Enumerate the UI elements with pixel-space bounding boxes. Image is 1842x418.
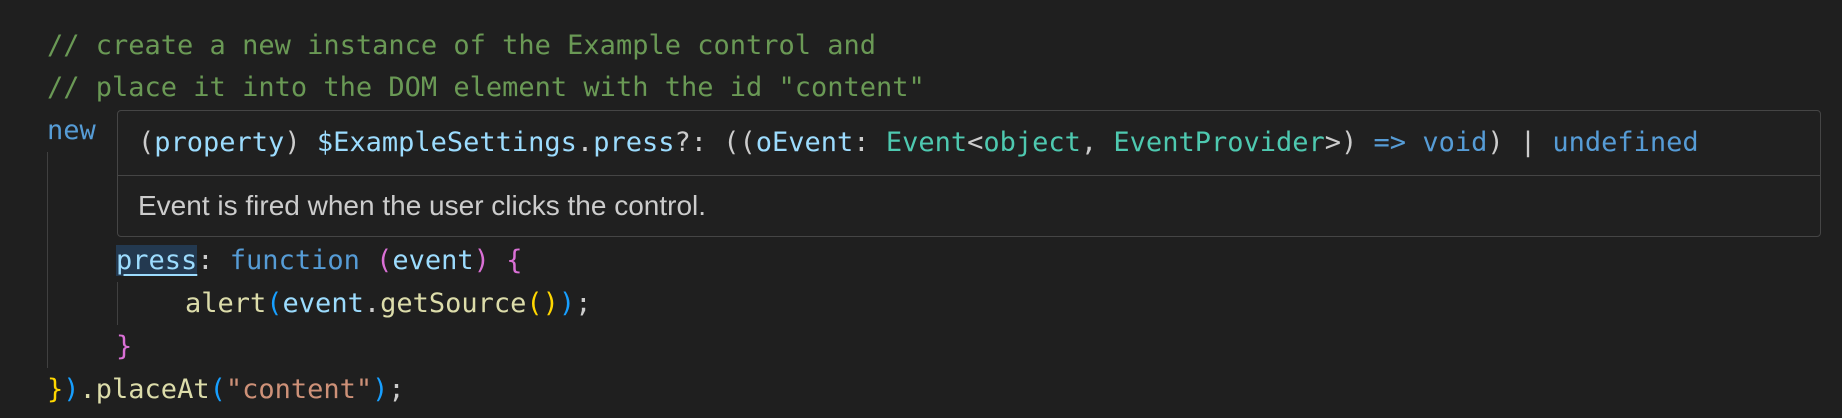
sig-open-paren: ( xyxy=(138,127,155,158)
paren-open-token: ( xyxy=(376,245,393,276)
paren-close-token: ) xyxy=(473,245,490,276)
sig-gt-close: >) xyxy=(1324,127,1374,158)
sig-space xyxy=(1406,127,1422,158)
sig-provider-type: EventProvider xyxy=(1113,127,1325,158)
hover-documentation: Event is fired when the user clicks the … xyxy=(138,190,707,221)
placeat-function: .placeAt xyxy=(79,374,210,405)
sig-event-type: Event xyxy=(885,127,968,158)
final-paren-token: ) xyxy=(63,374,80,405)
code-line-close-brace: } xyxy=(116,325,132,368)
sig-comma: , xyxy=(1080,127,1114,158)
final-brace-token: } xyxy=(47,374,64,405)
code-line-new: new xyxy=(47,109,96,152)
semicolon-token: ; xyxy=(575,288,592,319)
code-line-comment-2: // place it into the DOM element with th… xyxy=(47,66,925,109)
sig-colon: : xyxy=(853,127,886,158)
code-line-alert: alert(event.getSource()); xyxy=(185,282,591,325)
paren-open-token: ( xyxy=(209,374,226,405)
call-parens-token: () xyxy=(526,288,559,319)
event-object: event xyxy=(282,288,364,319)
press-property-key[interactable]: press xyxy=(116,245,198,276)
sig-param-name: oEvent xyxy=(755,127,854,158)
indent-guide xyxy=(47,152,48,368)
sig-lt: < xyxy=(967,127,984,158)
brace-close-token: } xyxy=(116,331,133,362)
sig-undefined-keyword: undefined xyxy=(1552,127,1699,158)
hover-signature: (property) $ExampleSettings.press?: ((oE… xyxy=(138,111,1699,175)
paren-open-token: ( xyxy=(266,288,283,319)
sig-arrow: => xyxy=(1373,127,1407,158)
sig-dot: . xyxy=(576,127,594,158)
brace-open-token: { xyxy=(506,245,523,276)
sig-member-name: press xyxy=(593,127,675,158)
content-string: "content" xyxy=(225,374,373,405)
sig-pipe: ) | xyxy=(1487,127,1553,158)
colon-token: : xyxy=(197,245,230,276)
indent-guide xyxy=(117,282,118,325)
function-keyword: function xyxy=(229,245,360,276)
hover-tooltip[interactable]: (property) $ExampleSettings.press?: ((oE… xyxy=(117,110,1821,237)
event-parameter: event xyxy=(392,245,474,276)
code-line-placeat: }).placeAt("content"); xyxy=(47,368,405,411)
code-line-press: press: function (event) { xyxy=(116,239,522,282)
code-editor[interactable]: // create a new instance of the Example … xyxy=(0,0,1842,418)
alert-function: alert xyxy=(185,288,267,319)
sig-object-type: object xyxy=(983,127,1081,158)
code-line-comment-1: // create a new instance of the Example … xyxy=(47,24,876,67)
sig-close-paren: ) xyxy=(284,127,317,158)
sig-settings-name: $ExampleSettings xyxy=(316,127,577,158)
sig-property-keyword: property xyxy=(154,127,285,158)
comment-text: // create a new instance of the Example … xyxy=(47,30,877,61)
new-keyword: new xyxy=(47,115,96,146)
sig-optional: ?: (( xyxy=(674,127,756,158)
semicolon-token: ; xyxy=(388,374,405,405)
comment-text: // place it into the DOM element with th… xyxy=(47,72,925,103)
dot-token: . xyxy=(363,288,381,319)
paren-close-token: ) xyxy=(372,374,389,405)
paren-close-token: ) xyxy=(558,288,576,319)
getsource-function: getSource xyxy=(380,288,527,319)
sig-void-keyword: void xyxy=(1422,127,1488,158)
